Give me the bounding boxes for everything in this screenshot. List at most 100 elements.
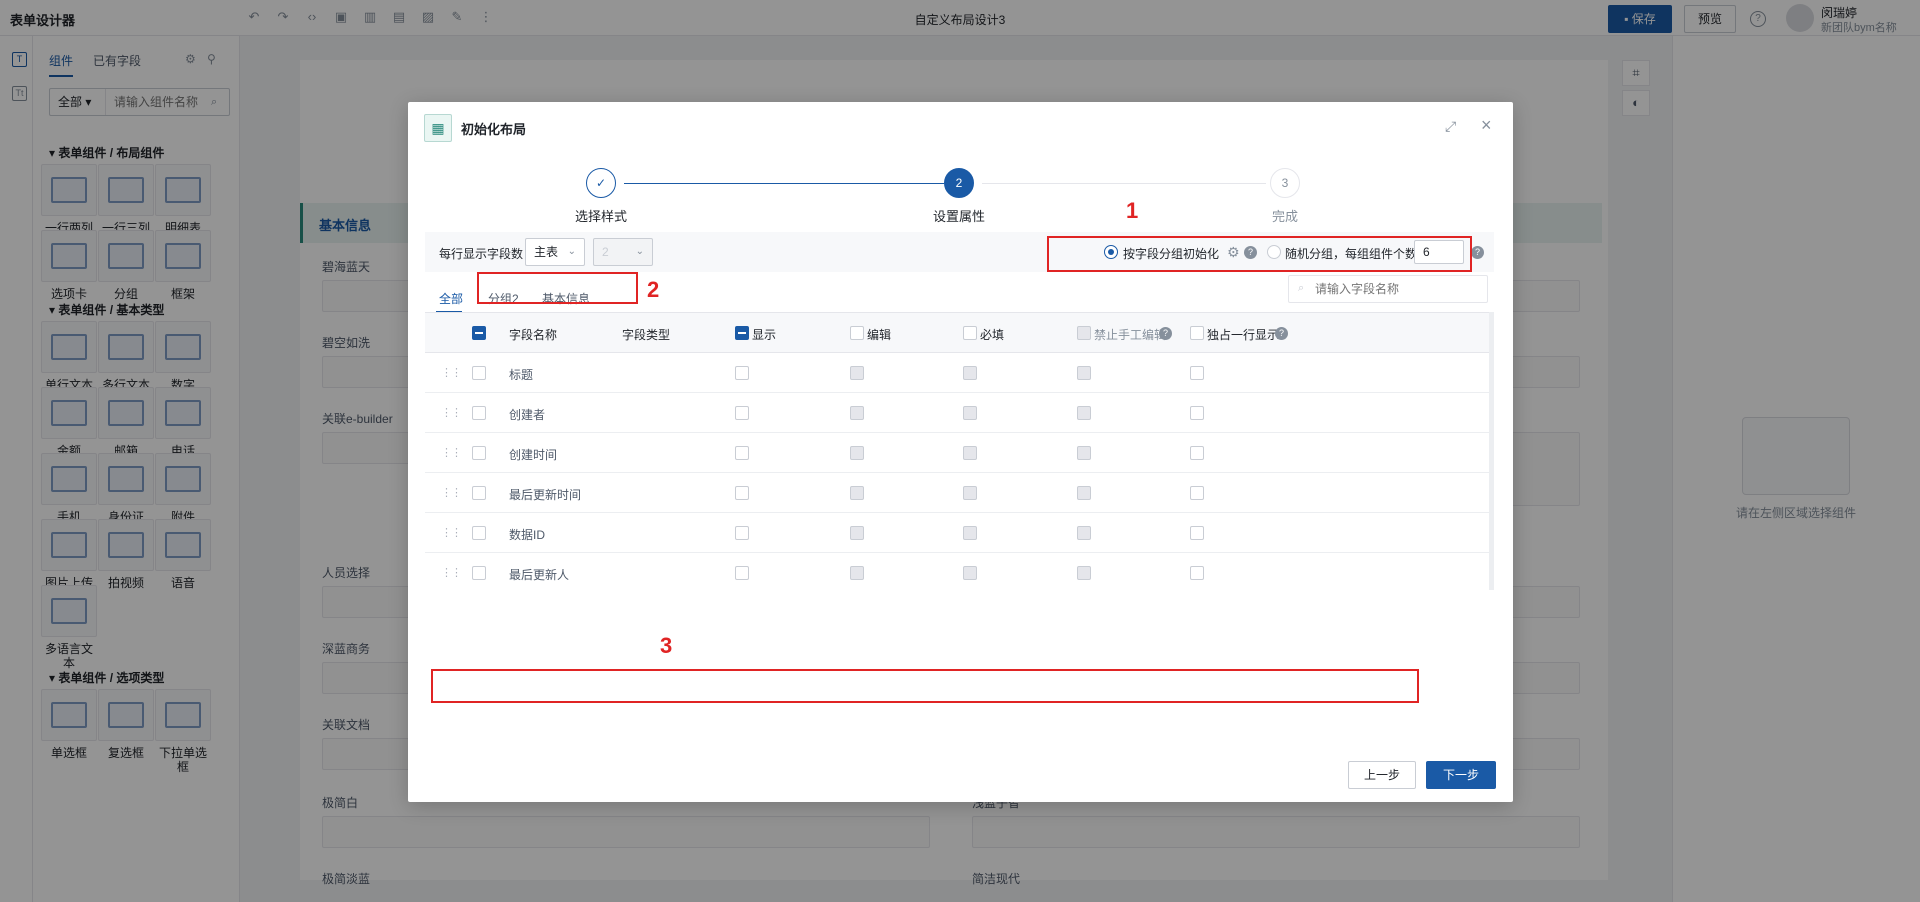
annotation-box-2 (477, 272, 638, 304)
chevron-down-icon: ⌄ (635, 246, 644, 257)
drag-handle-icon[interactable]: ⋮⋮ (441, 486, 462, 499)
expand-icon[interactable]: ⤢ (1445, 118, 1456, 135)
req-checkbox[interactable] (963, 566, 977, 580)
table-row[interactable]: ⋮⋮ 创建者 (425, 393, 1494, 433)
field-table: 字段名称 字段类型 显示 编辑 必填 禁止手工编辑 ? 独占一行显示 ? ⋮⋮ 标… (425, 312, 1494, 590)
table-header: 字段名称 字段类型 显示 编辑 必填 禁止手工编辑 ? 独占一行显示 ? (425, 313, 1494, 353)
table-row[interactable]: ⋮⋮ 数据ID (425, 513, 1494, 553)
field-name: 创建时间 (509, 448, 558, 462)
column-header: 显示 (752, 328, 777, 342)
show-checkbox[interactable] (735, 406, 749, 420)
edit-checkbox[interactable] (850, 446, 864, 460)
grid-icon: ▦ (424, 114, 452, 142)
full-checkbox[interactable] (1190, 366, 1204, 380)
step-connector (982, 183, 1266, 184)
field-name: 最后更新时间 (509, 488, 582, 502)
column-header: 字段名称 (509, 328, 558, 342)
annotation-number: 3 (660, 633, 673, 658)
edit-all-checkbox[interactable] (850, 326, 864, 340)
column-header: 字段类型 (622, 328, 671, 342)
table-select[interactable]: 主表 ⌄ (525, 238, 585, 266)
drag-handle-icon[interactable]: ⋮⋮ (441, 526, 462, 539)
help-icon[interactable]: ? (1471, 246, 1484, 259)
show-checkbox[interactable] (735, 366, 749, 380)
full-checkbox[interactable] (1190, 486, 1204, 500)
full-checkbox[interactable] (1190, 526, 1204, 540)
table-row[interactable]: ⋮⋮ 标题 (425, 353, 1494, 393)
drag-handle-icon[interactable]: ⋮⋮ (441, 366, 462, 379)
select-all-checkbox[interactable] (472, 326, 486, 340)
field-name: 创建者 (509, 408, 546, 422)
req-checkbox[interactable] (963, 446, 977, 460)
edit-checkbox[interactable] (850, 566, 864, 580)
field-name: 标题 (509, 368, 534, 382)
req-checkbox[interactable] (963, 486, 977, 500)
ro-checkbox[interactable] (1077, 566, 1091, 580)
chevron-down-icon: ⌄ (567, 246, 576, 257)
drag-handle-icon[interactable]: ⋮⋮ (441, 446, 462, 459)
drag-handle-icon[interactable]: ⋮⋮ (441, 406, 462, 419)
ro-checkbox[interactable] (1077, 446, 1091, 460)
edit-checkbox[interactable] (850, 526, 864, 540)
table-select-value: 主表 (534, 245, 559, 259)
req-checkbox[interactable] (963, 366, 977, 380)
column-header: 独占一行显示 (1207, 328, 1280, 342)
row-select-checkbox[interactable] (472, 486, 486, 500)
field-search-input[interactable] (1288, 275, 1488, 303)
table-row[interactable]: ⋮⋮ 最后更新人 (425, 553, 1494, 590)
next-step-button[interactable]: 下一步 (1426, 761, 1496, 789)
row-select-checkbox[interactable] (472, 406, 486, 420)
column-header: 编辑 (867, 328, 892, 342)
ro-checkbox[interactable] (1077, 486, 1091, 500)
help-icon[interactable]: ? (1159, 327, 1172, 340)
full-checkbox[interactable] (1190, 446, 1204, 460)
row-select-checkbox[interactable] (472, 366, 486, 380)
show-checkbox[interactable] (735, 446, 749, 460)
full-row-all-checkbox[interactable] (1190, 326, 1204, 340)
close-icon[interactable]: × (1481, 115, 1492, 136)
field-name: 最后更新人 (509, 568, 570, 582)
modal-title: 初始化布局 (461, 122, 527, 137)
step-3-circle: 3 (1270, 168, 1300, 198)
table-row[interactable]: ⋮⋮ 最后更新时间 (425, 473, 1494, 513)
table-scrollbar[interactable] (1489, 312, 1494, 590)
step-1-circle: ✓ (586, 168, 616, 198)
req-checkbox[interactable] (963, 526, 977, 540)
show-all-checkbox[interactable] (735, 326, 749, 340)
edit-checkbox[interactable] (850, 366, 864, 380)
row-select-checkbox[interactable] (472, 446, 486, 460)
edit-checkbox[interactable] (850, 406, 864, 420)
fields-count-value: 2 (602, 245, 609, 259)
step-1-label: 选择样式 (574, 209, 627, 224)
annotation-box-3 (431, 669, 1419, 703)
column-header: 必填 (980, 328, 1005, 342)
full-checkbox[interactable] (1190, 406, 1204, 420)
full-checkbox[interactable] (1190, 566, 1204, 580)
ro-checkbox[interactable] (1077, 406, 1091, 420)
req-checkbox[interactable] (963, 406, 977, 420)
fields-count-select[interactable]: 2 ⌄ (593, 238, 653, 266)
annotation-number: 1 (1126, 198, 1139, 223)
required-all-checkbox[interactable] (963, 326, 977, 340)
readonly-all-checkbox[interactable] (1077, 326, 1091, 340)
ro-checkbox[interactable] (1077, 526, 1091, 540)
table-row[interactable]: ⋮⋮ 创建时间 (425, 433, 1494, 473)
tab-all-fields[interactable]: 全部 (439, 290, 463, 307)
show-checkbox[interactable] (735, 486, 749, 500)
column-header: 禁止手工编辑 (1094, 328, 1167, 342)
annotation-number: 2 (647, 277, 660, 302)
row-select-checkbox[interactable] (472, 566, 486, 580)
show-checkbox[interactable] (735, 566, 749, 580)
show-checkbox[interactable] (735, 526, 749, 540)
annotation-box-1 (1047, 236, 1472, 272)
prev-step-button[interactable]: 上一步 (1348, 761, 1416, 789)
step-3-label: 完成 (1271, 209, 1298, 224)
step-2-circle: 2 (944, 168, 974, 198)
field-name: 数据ID (509, 528, 546, 542)
edit-checkbox[interactable] (850, 486, 864, 500)
help-icon[interactable]: ? (1275, 327, 1288, 340)
row-select-checkbox[interactable] (472, 526, 486, 540)
ro-checkbox[interactable] (1077, 366, 1091, 380)
step-2-label: 设置属性 (932, 209, 985, 224)
drag-handle-icon[interactable]: ⋮⋮ (441, 566, 462, 579)
